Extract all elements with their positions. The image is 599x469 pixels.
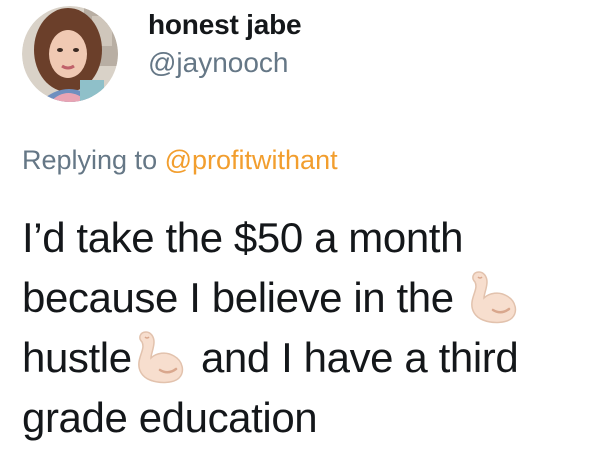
avatar[interactable] [22, 6, 118, 102]
user-names: honest jabe @jaynooch [148, 7, 302, 81]
tweet-text-part-2: hustle [22, 334, 132, 381]
replying-to-label: Replying to [22, 145, 158, 175]
display-name[interactable]: honest jabe [148, 7, 302, 43]
replying-to-mention-link[interactable]: @profitwithant [165, 145, 338, 175]
flexed-biceps-icon [132, 328, 190, 386]
tweet-header: honest jabe @jaynooch [22, 6, 302, 102]
tweet-text: I’d take the $50 a month because I belie… [22, 208, 592, 448]
tweet-text-part-1: I’d take the $50 a month because I belie… [22, 214, 464, 321]
tweet-card: honest jabe @jaynooch Replying to @profi… [0, 0, 599, 469]
flexed-biceps-icon [465, 268, 523, 326]
replying-to-line: Replying to @profitwithant [22, 143, 338, 177]
avatar-image [22, 6, 118, 102]
user-handle[interactable]: @jaynooch [148, 45, 301, 81]
